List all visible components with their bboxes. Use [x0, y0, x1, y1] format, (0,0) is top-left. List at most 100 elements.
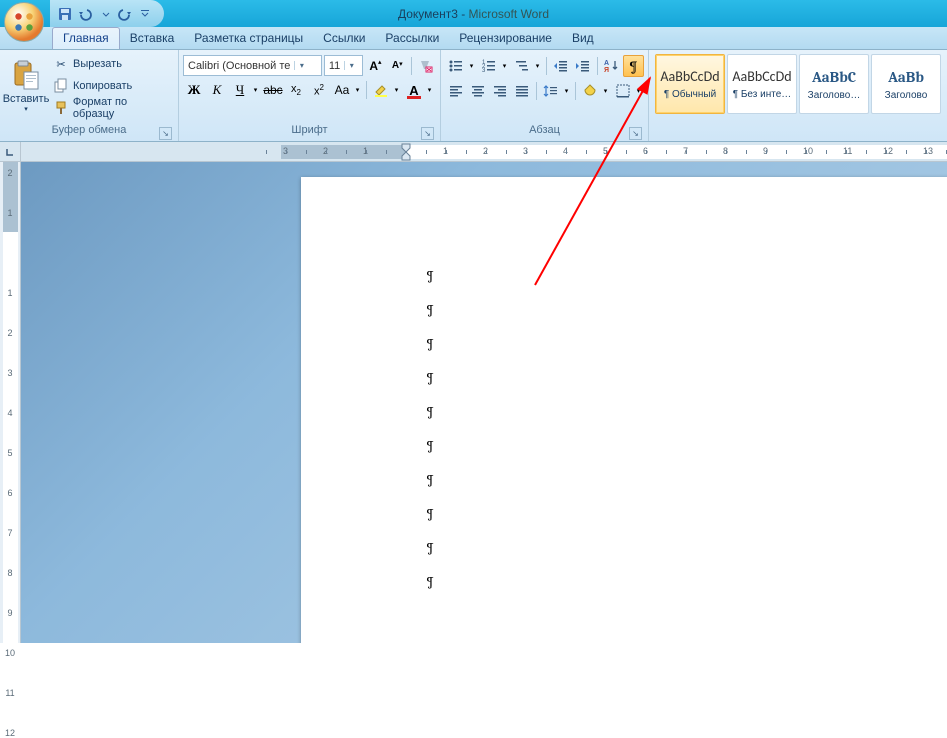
- brush-icon: [53, 100, 69, 116]
- show-hide-marks-button[interactable]: ¶: [623, 55, 644, 77]
- font-color-button[interactable]: A: [403, 79, 425, 101]
- paragraph-mark: ¶: [426, 403, 434, 420]
- paragraph-mark: ¶: [426, 335, 434, 352]
- paragraph-mark: ¶: [426, 539, 434, 556]
- align-left-button[interactable]: [445, 80, 466, 102]
- document-workspace: 12123456789101112 1231234567891011121314…: [0, 142, 947, 643]
- font-launcher[interactable]: ↘: [421, 127, 434, 140]
- align-center-button[interactable]: [467, 80, 488, 102]
- format-painter-button[interactable]: Формат по образцу: [50, 98, 174, 118]
- style-card[interactable]: AaBbЗаголово: [871, 54, 941, 114]
- borders-button[interactable]: [612, 80, 634, 102]
- highlight-button[interactable]: [370, 79, 392, 101]
- tab-mailings[interactable]: Рассылки: [375, 28, 449, 49]
- chevron-down-icon: ▾: [24, 105, 28, 113]
- group-clipboard: Вставить ▾ ✂Вырезать Копировать Формат п…: [0, 50, 179, 141]
- borders-more-button[interactable]: ▾: [634, 80, 644, 102]
- paragraph-launcher[interactable]: ↘: [629, 127, 642, 140]
- clipboard-launcher[interactable]: ↘: [159, 127, 172, 140]
- document-scroll-area[interactable]: 1231234567891011121314 ¶¶¶¶¶¶¶¶¶¶: [21, 142, 947, 643]
- paste-icon: [10, 59, 42, 91]
- tab-references[interactable]: Ссылки: [313, 28, 375, 49]
- tab-home[interactable]: Главная: [52, 27, 120, 49]
- clear-formatting-button[interactable]: [416, 56, 436, 76]
- paragraph-mark: ¶: [426, 471, 434, 488]
- copy-button[interactable]: Копировать: [50, 76, 174, 96]
- group-paragraph-label: Абзац: [529, 124, 560, 136]
- change-case-more-button[interactable]: ▾: [353, 79, 363, 101]
- decrease-indent-button[interactable]: [550, 55, 571, 77]
- line-spacing-button[interactable]: [540, 80, 562, 102]
- superscript-button[interactable]: x2: [308, 79, 330, 101]
- window-title: Документ3 - Microsoft Word: [398, 7, 549, 21]
- svg-text:А: А: [604, 60, 609, 67]
- group-paragraph: ▾ 123▾ ▾ АЯ ¶ ▾: [441, 50, 649, 141]
- highlight-more-button[interactable]: ▾: [392, 79, 402, 101]
- svg-text:3: 3: [482, 68, 486, 74]
- font-name-combo[interactable]: Calibri (Основной те▾: [183, 55, 322, 76]
- undo-more-icon[interactable]: [96, 5, 114, 23]
- chevron-down-icon: ▾: [344, 61, 358, 70]
- title-bar: Документ3 - Microsoft Word: [0, 0, 947, 27]
- group-font: Calibri (Основной те▾ 11▾ A▴ A▾ Ж К Ч▾ a…: [179, 50, 441, 141]
- group-clipboard-label: Буфер обмена: [52, 124, 127, 136]
- vertical-ruler[interactable]: 12123456789101112: [0, 142, 21, 643]
- shrink-font-button[interactable]: A▾: [387, 56, 407, 76]
- qat-customize-icon[interactable]: [136, 5, 154, 23]
- app-name: Microsoft Word: [469, 7, 549, 21]
- group-font-label: Шрифт: [291, 124, 327, 136]
- grow-font-button[interactable]: A▴: [365, 56, 385, 76]
- justify-button[interactable]: [512, 80, 533, 102]
- redo-button[interactable]: [116, 5, 134, 23]
- line-spacing-more-button[interactable]: ▾: [562, 80, 572, 102]
- horizontal-ruler[interactable]: 1231234567891011121314: [21, 142, 947, 162]
- style-card[interactable]: AaBbCcDd¶ Без инте…: [727, 54, 797, 114]
- bold-button[interactable]: Ж: [183, 79, 205, 101]
- increase-indent-button[interactable]: [572, 55, 593, 77]
- copy-icon: [53, 78, 69, 94]
- multilevel-more-button[interactable]: ▾: [533, 55, 543, 77]
- numbering-button[interactable]: 123: [478, 55, 500, 77]
- undo-button[interactable]: [76, 5, 94, 23]
- sort-button[interactable]: АЯ: [600, 55, 621, 77]
- paragraph-mark: ¶: [426, 369, 434, 386]
- pilcrow-icon: ¶: [629, 58, 637, 75]
- paste-label: Вставить: [3, 93, 50, 105]
- numbering-more-button[interactable]: ▾: [500, 55, 510, 77]
- bullets-button[interactable]: [445, 55, 467, 77]
- document-name: Документ3: [398, 7, 458, 21]
- chevron-down-icon: ▾: [294, 61, 308, 70]
- tab-page-layout[interactable]: Разметка страницы: [184, 28, 313, 49]
- ribbon: Вставить ▾ ✂Вырезать Копировать Формат п…: [0, 50, 947, 142]
- save-button[interactable]: [56, 5, 74, 23]
- shading-button[interactable]: [579, 80, 601, 102]
- bullets-more-button[interactable]: ▾: [467, 55, 477, 77]
- style-card[interactable]: AaBbCcDd¶ Обычный: [655, 54, 725, 114]
- tab-selector[interactable]: [0, 142, 20, 162]
- align-right-button[interactable]: [490, 80, 511, 102]
- subscript-button[interactable]: x2: [285, 79, 307, 101]
- tab-insert[interactable]: Вставка: [120, 28, 185, 49]
- change-case-button[interactable]: Aa: [331, 79, 353, 101]
- underline-more-button[interactable]: ▾: [251, 79, 261, 101]
- font-color-more-button[interactable]: ▾: [425, 79, 435, 101]
- underline-button[interactable]: Ч: [229, 79, 251, 101]
- italic-button[interactable]: К: [206, 79, 228, 101]
- ribbon-tabs: Главная Вставка Разметка страницы Ссылки…: [0, 27, 947, 50]
- group-styles: AaBbCcDd¶ ОбычныйAaBbCcDd¶ Без инте…AaBb…: [649, 50, 947, 141]
- shading-more-button[interactable]: ▾: [601, 80, 611, 102]
- paragraph-mark: ¶: [426, 505, 434, 522]
- quick-access-toolbar: [50, 0, 164, 27]
- strikethrough-button[interactable]: abc: [262, 79, 284, 101]
- office-button[interactable]: [4, 2, 44, 42]
- indent-markers[interactable]: [399, 143, 415, 161]
- tab-view[interactable]: Вид: [562, 28, 604, 49]
- style-card[interactable]: AaBbCЗаголово…: [799, 54, 869, 114]
- document-page[interactable]: [301, 177, 947, 643]
- font-size-combo[interactable]: 11▾: [324, 55, 364, 76]
- multilevel-list-button[interactable]: [511, 55, 533, 77]
- tab-review[interactable]: Рецензирование: [449, 28, 562, 49]
- paste-button[interactable]: Вставить ▾: [4, 52, 48, 120]
- cut-button[interactable]: ✂Вырезать: [50, 54, 174, 74]
- svg-text:Я: Я: [604, 67, 609, 74]
